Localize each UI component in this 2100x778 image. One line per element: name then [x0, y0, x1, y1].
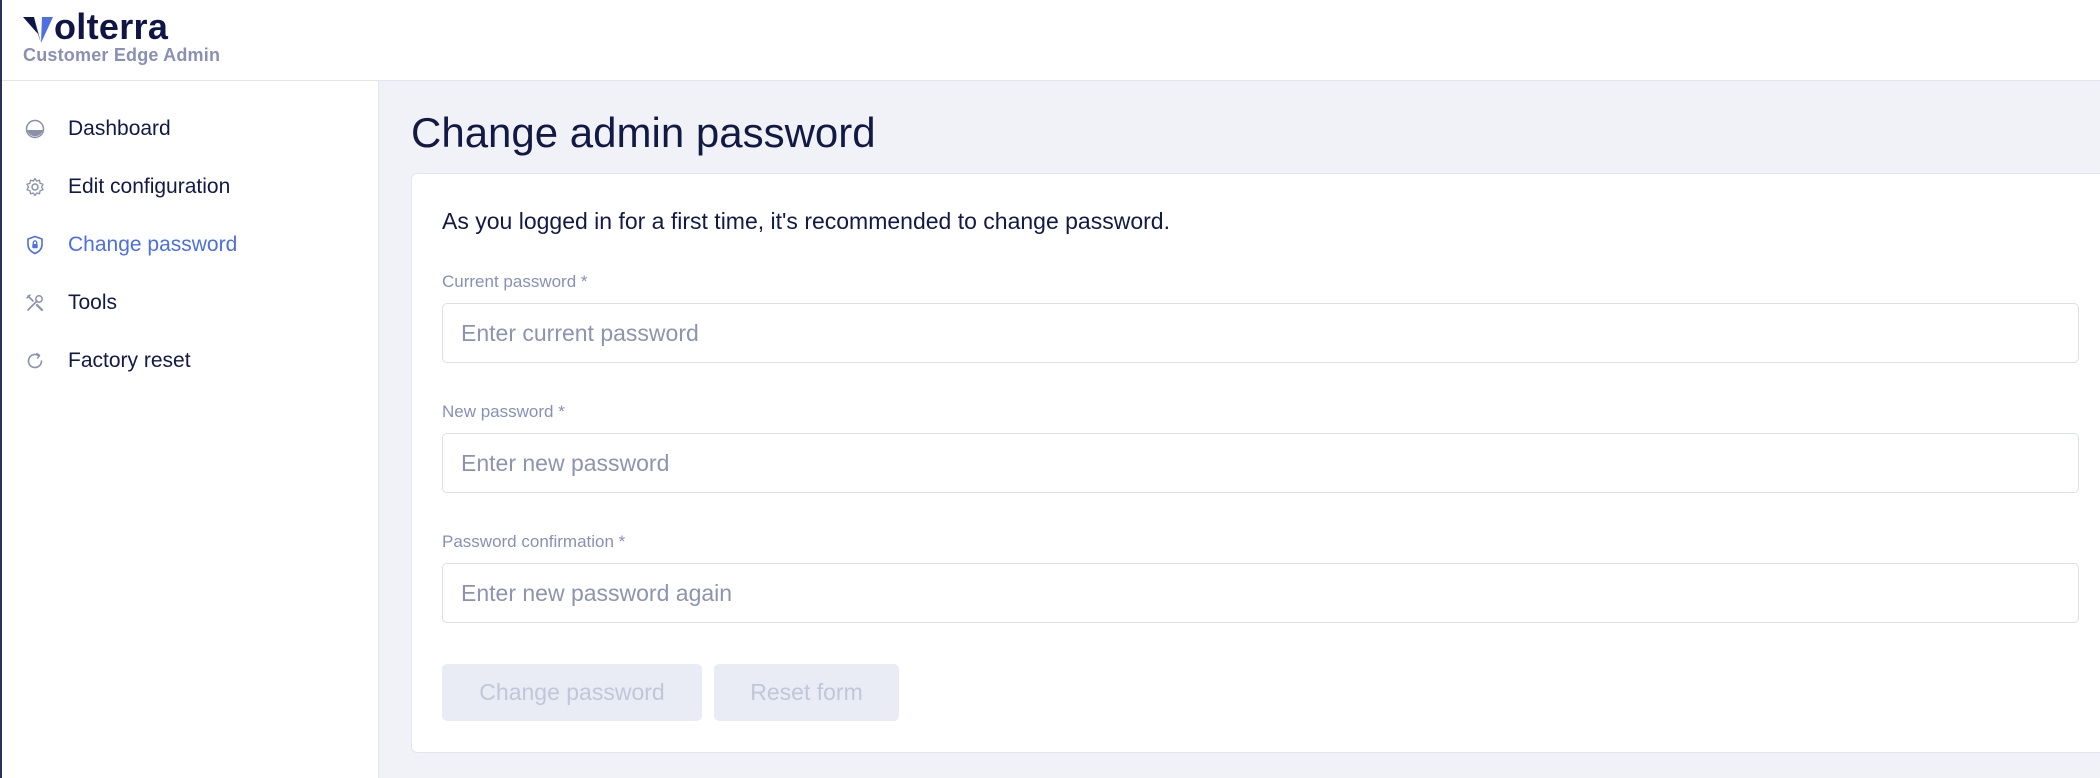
new-password-input[interactable]: [442, 433, 2079, 493]
sidebar-item-label: Tools: [68, 291, 118, 314]
password-confirmation-input[interactable]: [442, 563, 2079, 623]
sidebar-item-dashboard[interactable]: Dashboard: [2, 107, 378, 151]
page-title: Change admin password: [411, 109, 876, 156]
sidebar-item-label: Dashboard: [68, 117, 171, 140]
volterra-logo-icon: [23, 17, 53, 43]
reset-form-button[interactable]: Reset form: [714, 664, 899, 721]
change-password-button[interactable]: Change password: [442, 664, 702, 721]
new-password-label: New password *: [442, 402, 565, 421]
brand-name: olterra: [54, 6, 169, 47]
sidebar-item-change-password[interactable]: Change password: [2, 223, 378, 267]
main-content: Change admin password As you logged in f…: [379, 81, 2100, 778]
refresh-icon: [24, 350, 46, 372]
tools-icon: [24, 292, 46, 314]
sidebar: Dashboard Edit configuration Change pass…: [2, 81, 379, 778]
current-password-label: Current password *: [442, 272, 588, 291]
current-password-input[interactable]: [442, 303, 2079, 363]
intro-text: As you logged in for a first time, it's …: [442, 208, 1170, 234]
brand-logo[interactable]: olterra: [23, 6, 169, 47]
sidebar-item-label: Factory reset: [68, 349, 191, 372]
sidebar-item-tools[interactable]: Tools: [2, 281, 378, 325]
password-confirmation-label: Password confirmation *: [442, 532, 626, 551]
dashboard-gauge-icon: [24, 118, 46, 140]
sidebar-item-factory-reset[interactable]: Factory reset: [2, 339, 378, 383]
sidebar-item-label: Change password: [68, 233, 238, 256]
gear-icon: [24, 176, 46, 198]
change-password-form: As you logged in for a first time, it's …: [411, 173, 2100, 753]
sidebar-item-edit-configuration[interactable]: Edit configuration: [2, 165, 378, 209]
shield-lock-icon: [24, 234, 46, 256]
app-window: olterra Customer Edge Admin Dashboard Ed…: [0, 0, 2100, 778]
header: olterra Customer Edge Admin: [2, 0, 2100, 81]
brand-subtitle: Customer Edge Admin: [23, 45, 221, 65]
sidebar-item-label: Edit configuration: [68, 175, 231, 198]
